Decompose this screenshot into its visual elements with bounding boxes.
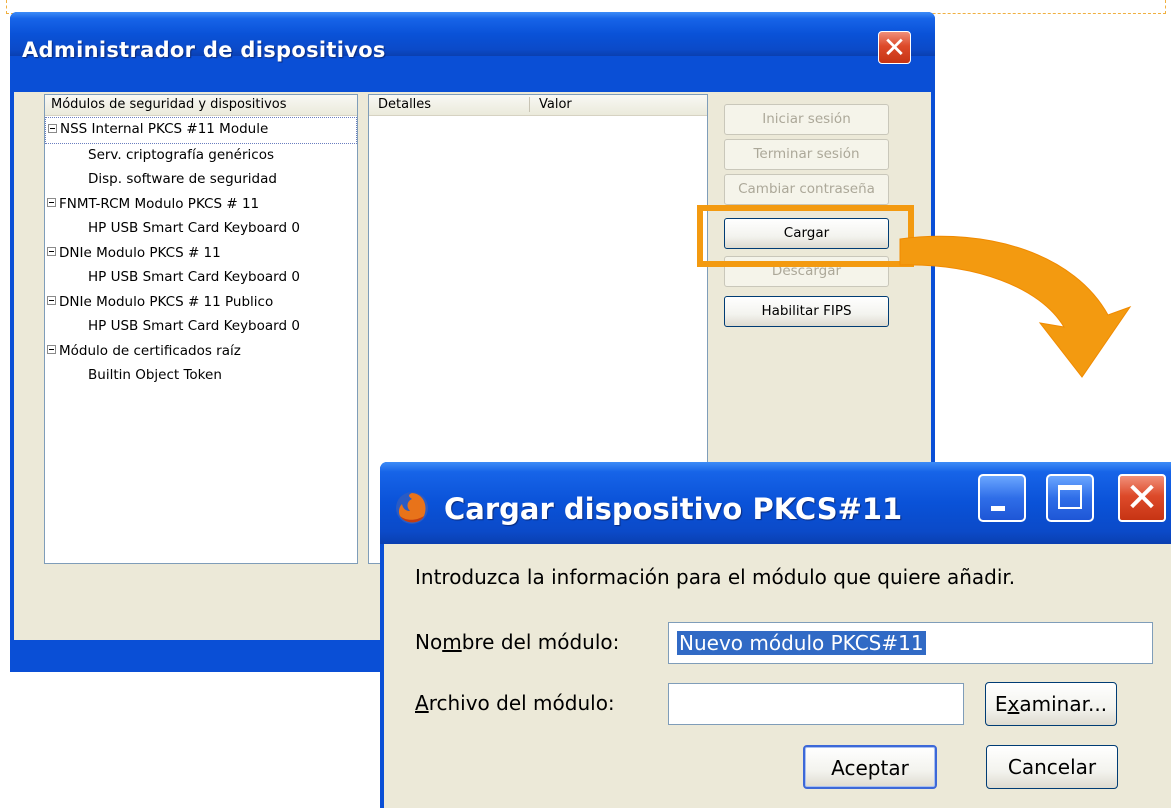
browse-button[interactable]: Examinar... (985, 682, 1117, 726)
firefox-icon (396, 492, 428, 524)
modules-header-label: Módulos de seguridad y dispositivos (51, 97, 287, 112)
tree-item-label: Módulo de certificados raíz (59, 342, 241, 359)
maximize-icon[interactable] (1046, 474, 1094, 522)
window-title: Administrador de dispositivos (22, 38, 386, 62)
tree-device-row[interactable]: Builtin Object Token (45, 364, 357, 389)
collapse-toggle-icon[interactable] (47, 345, 56, 354)
module-name-label: Nombre del módulo: (415, 630, 620, 654)
details-header: Detalles Valor (369, 95, 707, 116)
module-name-value: Nuevo módulo PKCS#11 (677, 631, 926, 655)
dialog-intro-text: Introduzca la información para el módulo… (415, 565, 1016, 589)
tree-item-label: Disp. software de seguridad (88, 171, 277, 187)
tree-item-label: HP USB Smart Card Keyboard 0 (88, 318, 300, 334)
column-divider[interactable] (529, 97, 530, 112)
cancel-button[interactable]: Cancelar (986, 745, 1118, 789)
orange-arrow-icon (899, 235, 1132, 378)
change-password-button[interactable]: Cambiar contraseña (724, 174, 889, 205)
close-icon[interactable]: ✕ (878, 31, 911, 64)
tree-item-label: HP USB Smart Card Keyboard 0 (88, 220, 300, 236)
tree-device-row[interactable]: HP USB Smart Card Keyboard 0 (45, 217, 357, 242)
dialog-client: Introduzca la información para el módulo… (384, 544, 1171, 808)
tree-module-row[interactable]: FNMT-RCM Modulo PKCS # 11 (45, 193, 357, 218)
tree-module-row[interactable]: DNIe Modulo PKCS # 11 (45, 242, 357, 267)
dialog-title: Cargar dispositivo PKCS#11 (444, 492, 903, 526)
device-manager-titlebar[interactable]: Administrador de dispositivos ✕ (10, 12, 935, 64)
tree-item-label: NSS Internal PKCS #11 Module (60, 121, 269, 137)
collapse-toggle-icon[interactable] (47, 296, 56, 305)
tree-item-label: FNMT-RCM Modulo PKCS # 11 (59, 195, 260, 212)
dialog-titlebar[interactable]: Cargar dispositivo PKCS#11 ✕ (380, 462, 1171, 544)
tree-device-row[interactable]: Serv. criptografía genéricos (45, 144, 357, 169)
logout-button[interactable]: Terminar sesión (724, 139, 889, 170)
details-column-header[interactable]: Detalles (378, 95, 431, 114)
tree-device-row[interactable]: Disp. software de seguridad (45, 168, 357, 193)
tree-item-label: Builtin Object Token (88, 367, 222, 383)
tree-item-label: Serv. criptografía genéricos (88, 146, 275, 163)
tree-module-row[interactable]: NSS Internal PKCS #11 Module (45, 117, 357, 144)
tree-item-label: HP USB Smart Card Keyboard 0 (88, 269, 300, 285)
tree-item-label: DNIe Modulo PKCS # 11 (59, 244, 221, 261)
load-pkcs11-dialog: Cargar dispositivo PKCS#11 ✕ Introduzca … (380, 462, 1171, 808)
enable-fips-button[interactable]: Habilitar FIPS (724, 296, 889, 327)
accept-button[interactable]: Aceptar (803, 745, 937, 789)
module-file-input[interactable] (668, 683, 964, 725)
tree-item-label: DNIe Modulo PKCS # 11 Publico (59, 293, 274, 310)
modules-column-header[interactable]: Módulos de seguridad y dispositivos (45, 95, 357, 116)
collapse-toggle-icon[interactable] (47, 247, 56, 256)
tree-module-row[interactable]: Módulo de certificados raíz (45, 340, 357, 365)
module-file-label: Archivo del módulo: (415, 691, 615, 715)
value-column-header[interactable]: Valor (539, 95, 572, 114)
minimize-icon[interactable] (978, 474, 1026, 522)
dialog-close-icon[interactable]: ✕ (1118, 474, 1166, 522)
collapse-toggle-icon[interactable] (48, 123, 57, 133)
tree-module-row[interactable]: DNIe Modulo PKCS # 11 Publico (45, 291, 357, 316)
modules-tree[interactable]: NSS Internal PKCS #11 Module Serv. cripto… (45, 117, 357, 563)
login-button[interactable]: Iniciar sesión (724, 104, 889, 135)
tree-device-row[interactable]: HP USB Smart Card Keyboard 0 (45, 315, 357, 340)
module-name-input[interactable]: Nuevo módulo PKCS#11 (668, 622, 1153, 664)
tree-device-row[interactable]: HP USB Smart Card Keyboard 0 (45, 266, 357, 291)
collapse-toggle-icon[interactable] (47, 198, 56, 207)
modules-tree-panel[interactable]: Módulos de seguridad y dispositivos NSS … (44, 94, 358, 564)
